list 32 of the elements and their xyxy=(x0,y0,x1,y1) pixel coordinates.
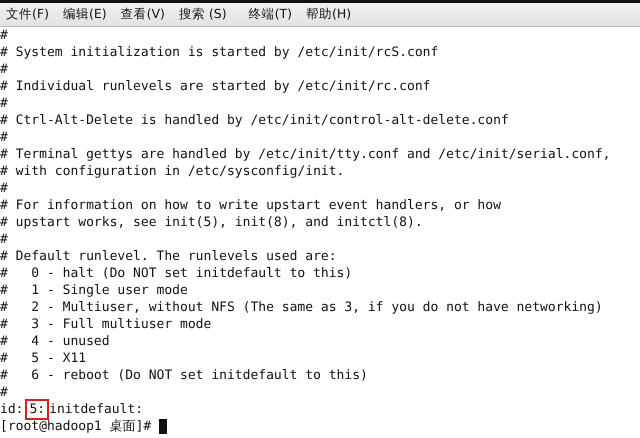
boxed-terminal-text: 5: xyxy=(25,399,50,420)
terminal-line: # Terminal gettys are handled by /etc/init/tty.conf and /etc/init/serial.conf, xyxy=(0,146,610,163)
terminal-line: # xyxy=(0,384,8,401)
terminal-line: # System initialization is started by /etc/init/rcS.conf xyxy=(0,44,438,61)
menu-item[interactable]: 终端(T) xyxy=(246,4,304,25)
terminal-line: # xyxy=(0,129,8,146)
terminal-line: # xyxy=(0,231,8,248)
menu-item[interactable]: 查看(V) xyxy=(118,4,177,25)
terminal-line: # xyxy=(0,61,8,78)
terminal-line: # 2 - Multiuser, without NFS (The same as 3, if you do not have networking) xyxy=(0,299,603,316)
terminal-line: # Default runlevel. The runlevels used are: xyxy=(0,248,337,265)
terminal-line: # with configuration in /etc/sysconfig/init. xyxy=(0,163,344,180)
terminal-line: id: xyxy=(0,401,24,418)
terminal-line: # 5 - X11 xyxy=(0,350,86,367)
terminal-line: # 4 - unused xyxy=(0,333,110,350)
terminal-line: # For information on how to write upstart event handlers, or how xyxy=(0,197,501,214)
terminal-line: # 1 - Single user mode xyxy=(0,282,188,299)
terminal-line: initdefault: xyxy=(49,401,144,418)
terminal-line: # Individual runlevels are started by /etc/init/rc.conf xyxy=(0,78,430,95)
terminal-line: # 3 - Full multiuser mode xyxy=(0,316,212,333)
terminal-line: # xyxy=(0,180,8,197)
terminal-line: # 6 - reboot (Do NOT set initdefault to this) xyxy=(0,367,368,384)
shell-prompt: [root@hadoop1 桌面]# xyxy=(0,418,152,435)
terminal-line: # xyxy=(0,95,8,112)
terminal-line: # xyxy=(0,27,8,44)
terminal-line: # Ctrl-Alt-Delete is handled by /etc/init/control-alt-delete.conf xyxy=(0,112,509,129)
terminal-line: # 0 - halt (Do NOT set initdefault to this) xyxy=(0,265,352,282)
menu-item[interactable]: 编辑(E) xyxy=(60,4,119,25)
terminal-line: # upstart works, see init(5), init(8), and initctl(8). xyxy=(0,214,423,231)
menu-item[interactable]: 文件(F) xyxy=(4,4,61,25)
menu-item[interactable]: 搜索 (S) xyxy=(176,4,247,25)
menu-item[interactable]: 帮助(H) xyxy=(304,4,364,25)
